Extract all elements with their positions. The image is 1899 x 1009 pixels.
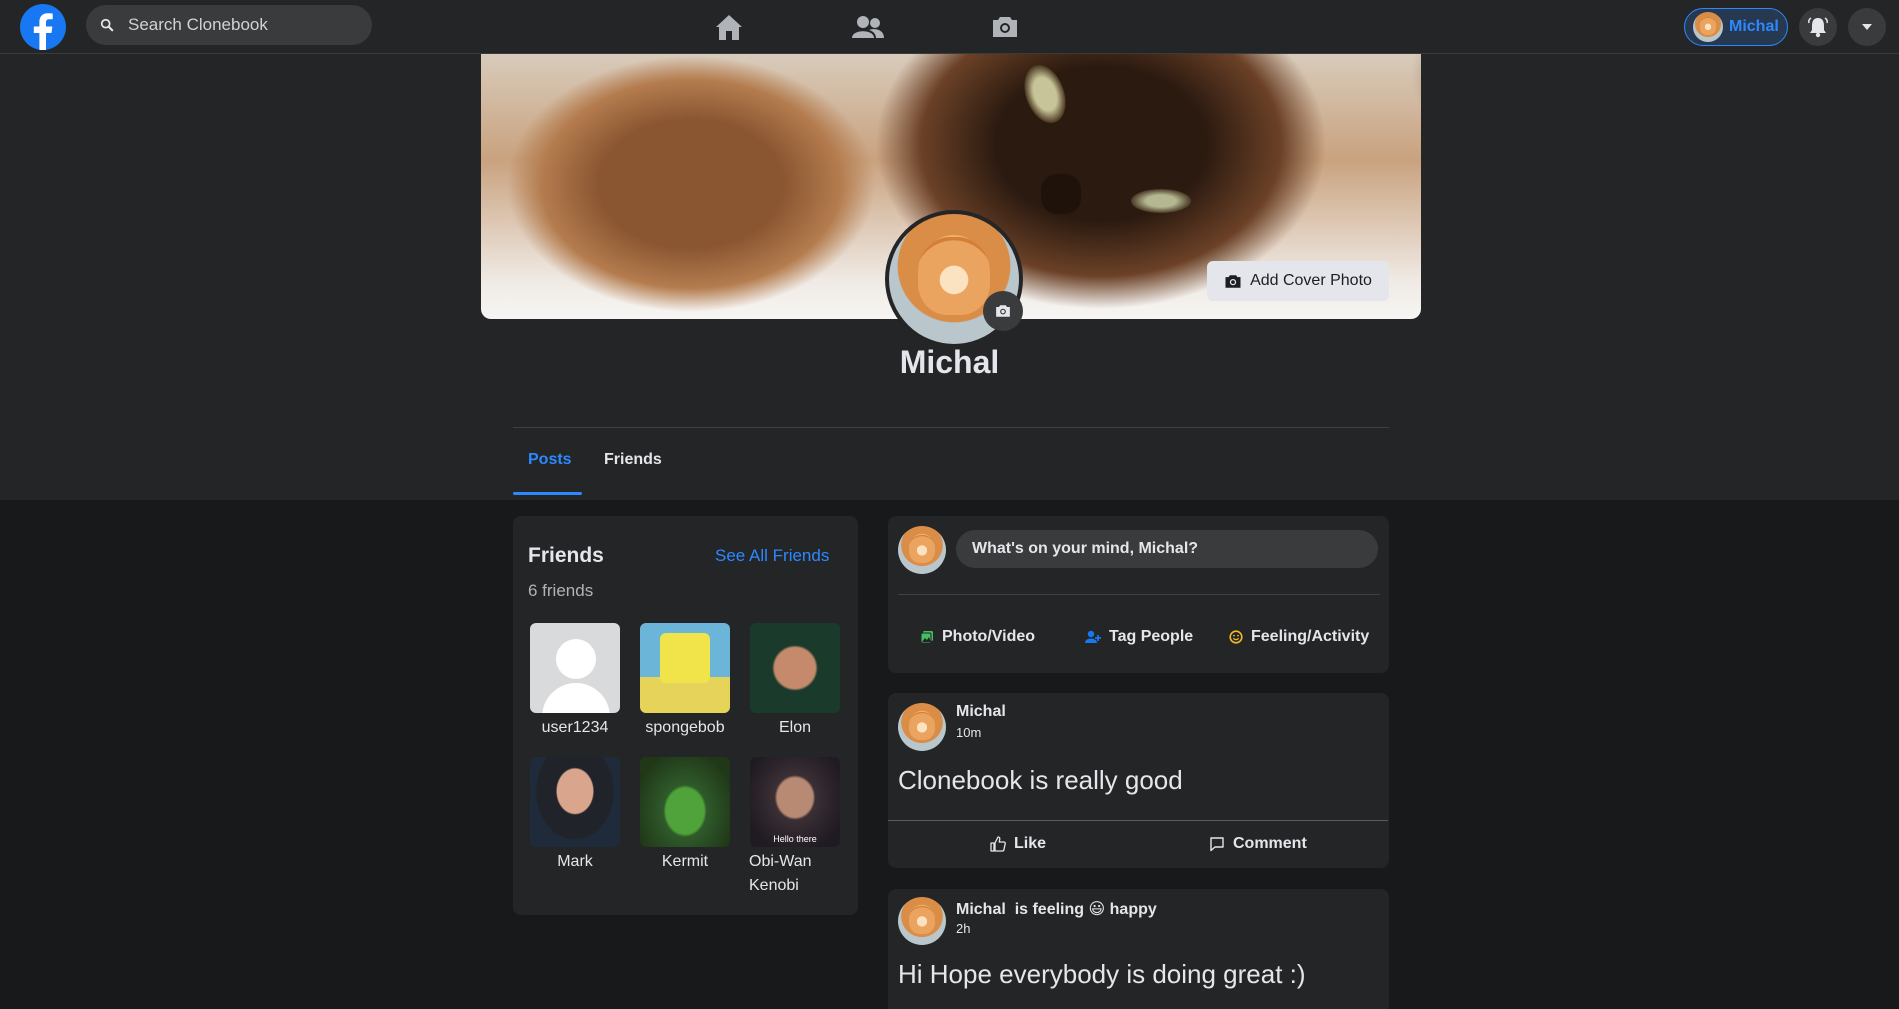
- account-menu-button[interactable]: [1848, 8, 1886, 46]
- avatar[interactable]: [898, 703, 946, 751]
- feeling-activity-button[interactable]: Feeling/Activity: [1229, 628, 1369, 646]
- notifications-button[interactable]: [1799, 8, 1837, 46]
- photo-video-button[interactable]: Photo/Video: [920, 628, 1035, 646]
- post-text: Hi Hope everybody is doing great :): [898, 959, 1306, 989]
- comment-label: Comment: [1233, 835, 1307, 852]
- avatar: [1693, 12, 1723, 42]
- add-cover-photo-label: Add Cover Photo: [1250, 272, 1372, 289]
- search-icon: [100, 18, 114, 32]
- tab-posts[interactable]: Posts: [528, 451, 572, 469]
- profile-name: Michal: [899, 344, 1000, 380]
- search-input[interactable]: [126, 14, 360, 36]
- friends-icon[interactable]: [852, 13, 884, 41]
- friend-name: Obi-Wan Kenobi: [749, 853, 812, 894]
- post-composer: What's on your mind, Michal? Photo/Video…: [888, 516, 1389, 673]
- add-cover-photo-button[interactable]: Add Cover Photo: [1207, 261, 1389, 301]
- friend-avatar: Hello there: [750, 757, 840, 847]
- friend-tile-user1234[interactable]: user1234: [529, 623, 621, 740]
- post-timestamp: 10m: [956, 725, 982, 740]
- avatar: [898, 526, 946, 574]
- camera-icon[interactable]: [990, 13, 1020, 41]
- friend-name: user1234: [541, 719, 609, 736]
- like-icon: [990, 836, 1006, 852]
- friend-tile-spongebob[interactable]: spongebob: [639, 623, 731, 740]
- friend-name: Mark: [557, 853, 593, 870]
- friends-count: 6 friends: [528, 581, 594, 600]
- divider: [513, 427, 1389, 428]
- camera-icon: [1225, 274, 1241, 288]
- friend-tile-elon[interactable]: Elon: [749, 623, 841, 740]
- profile-chip-name: Michal: [1729, 18, 1779, 35]
- post-text: Clonebook is really good: [898, 765, 1183, 795]
- bell-icon: [1808, 17, 1828, 38]
- feeling-activity-label: Feeling/Activity: [1251, 628, 1370, 645]
- feeling-text: happy: [1109, 901, 1157, 918]
- image-caption: Hello there: [773, 834, 817, 844]
- profile-header: Add Cover Photo Michal Posts Friends: [0, 54, 1899, 500]
- friend-tile-mark[interactable]: Mark: [529, 757, 621, 874]
- facebook-logo-icon[interactable]: [20, 4, 66, 50]
- friend-tile-kermit[interactable]: Kermit: [639, 757, 731, 874]
- tag-people-icon: [1085, 630, 1101, 643]
- friend-avatar: [530, 757, 620, 847]
- post-author[interactable]: Michal: [956, 703, 1006, 721]
- caret-down-icon: [1862, 24, 1872, 30]
- friend-tile-obi-wan[interactable]: Hello there Obi-Wan Kenobi: [749, 757, 841, 898]
- camera-icon: [996, 305, 1010, 317]
- friend-name: spongebob: [645, 719, 725, 736]
- friend-name: Kermit: [661, 853, 709, 870]
- feeling-prefix: is feeling: [1014, 901, 1085, 918]
- comment-button[interactable]: Comment: [1209, 835, 1307, 853]
- friend-name: Elon: [778, 719, 812, 736]
- tab-friends[interactable]: Friends: [604, 451, 662, 469]
- friend-avatar: [750, 623, 840, 713]
- avatar[interactable]: [898, 897, 946, 945]
- like-label: Like: [1014, 835, 1047, 852]
- active-tab-indicator: [513, 492, 582, 495]
- like-button[interactable]: Like: [990, 835, 1046, 853]
- top-navigation-bar: Michal: [0, 0, 1899, 54]
- see-all-friends-link[interactable]: See All Friends: [715, 546, 829, 566]
- update-avatar-button[interactable]: [983, 291, 1023, 331]
- friend-avatar: [640, 623, 730, 713]
- friend-avatar: [640, 757, 730, 847]
- tag-people-button[interactable]: Tag People: [1085, 628, 1193, 646]
- friends-card-title: Friends: [528, 544, 604, 567]
- post-author-line: Michal is feeling 😃 happy: [956, 899, 1157, 919]
- tag-people-label: Tag People: [1109, 628, 1194, 645]
- photo-video-label: Photo/Video: [942, 628, 1036, 645]
- post-card: Michal 10m Clonebook is really good Like…: [888, 693, 1389, 868]
- divider: [888, 820, 1388, 821]
- default-avatar-icon: [530, 623, 620, 713]
- friends-card: Friends See All Friends 6 friends user12…: [513, 516, 858, 915]
- comment-icon: [1210, 837, 1224, 852]
- post-author[interactable]: Michal: [956, 901, 1006, 918]
- smiley-icon: [1229, 630, 1243, 644]
- search-bar[interactable]: [86, 5, 372, 45]
- divider: [898, 594, 1380, 595]
- home-icon[interactable]: [714, 13, 744, 41]
- feeling-emoji: 😃: [1088, 901, 1106, 918]
- whats-on-your-mind-input[interactable]: What's on your mind, Michal?: [956, 530, 1378, 568]
- photo-icon: [920, 631, 933, 644]
- post-timestamp: 2h: [956, 921, 971, 936]
- profile-chip[interactable]: Michal: [1684, 8, 1788, 46]
- post-card: Michal is feeling 😃 happy 2h Hi Hope eve…: [888, 889, 1389, 1009]
